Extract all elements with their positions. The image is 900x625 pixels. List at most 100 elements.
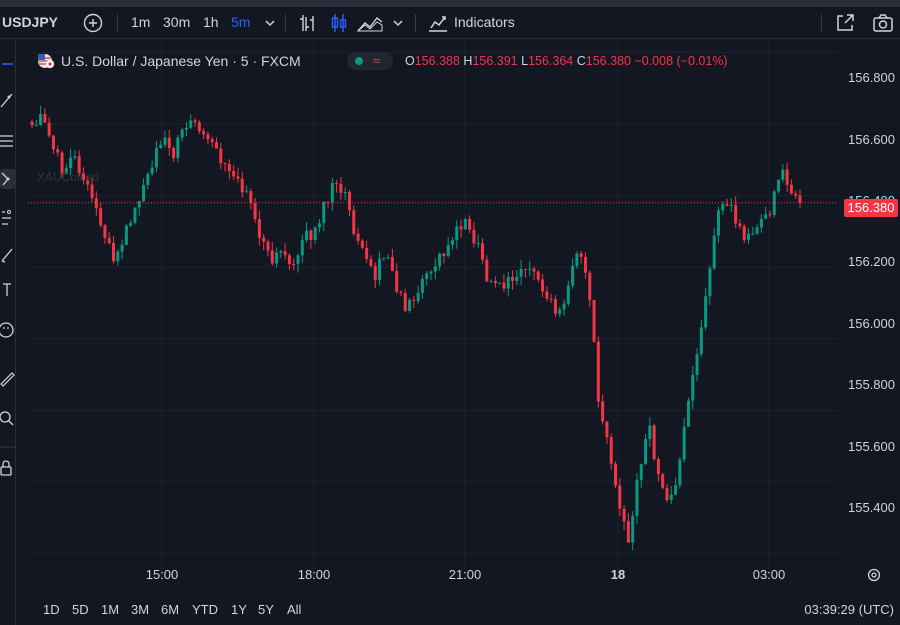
candle-body	[661, 474, 665, 488]
candle-body	[588, 272, 592, 301]
range-6m[interactable]: 6M	[161, 602, 179, 617]
candle-body	[245, 191, 249, 193]
candle-body	[69, 157, 73, 169]
utc-clock[interactable]: 03:39:29 (UTC)	[804, 602, 894, 617]
candle-body	[386, 257, 390, 259]
candle-body	[781, 169, 785, 180]
candle-body	[365, 247, 369, 260]
candle-body	[184, 127, 188, 130]
indicators-icon[interactable]	[426, 11, 450, 35]
pattern-tool-icon[interactable]	[0, 169, 15, 189]
timeframe-1h[interactable]: 1h	[203, 7, 219, 38]
candle-body	[249, 191, 253, 204]
candle-body	[755, 227, 759, 234]
candle-body	[309, 230, 313, 241]
forecast-tool-icon[interactable]	[0, 208, 15, 228]
candle-body	[506, 276, 510, 289]
range-1m[interactable]: 1M	[101, 602, 119, 617]
candle-body	[742, 226, 746, 240]
market-status-pill[interactable]: ≈	[347, 52, 393, 70]
ruler-tool-icon[interactable]	[0, 368, 15, 388]
candle-body	[489, 280, 493, 282]
range-3m[interactable]: 3M	[131, 602, 149, 617]
candle-body	[416, 292, 420, 301]
current-price-label: 156.380	[844, 199, 898, 217]
candle-body	[446, 244, 450, 256]
lock-drawings-icon[interactable]	[0, 458, 15, 478]
candle-body	[553, 299, 557, 314]
candle-body	[412, 299, 416, 301]
candlestick-chart[interactable]	[28, 40, 838, 582]
range-5d[interactable]: 5D	[72, 602, 89, 617]
range-all[interactable]: All	[287, 602, 301, 617]
candle-body	[232, 170, 236, 177]
candle-body	[468, 219, 472, 230]
compare-icon: ≈	[373, 53, 381, 68]
candle-body	[618, 485, 622, 509]
candle-body	[408, 299, 412, 311]
candle-body	[382, 257, 386, 259]
timeframe-5m[interactable]: 5m	[231, 7, 250, 38]
toolbar-separator	[415, 14, 416, 32]
candle-body	[626, 521, 630, 543]
drawing-tools-sidebar	[0, 40, 16, 625]
area-style-icon[interactable]	[356, 11, 384, 35]
brush-tool-icon[interactable]	[0, 244, 15, 264]
candle-body	[219, 148, 223, 164]
candle-body	[275, 252, 279, 264]
symbol-search-button[interactable]: USDJPY	[2, 7, 58, 38]
bar-style-icon[interactable]	[296, 11, 320, 35]
candle-body	[369, 259, 373, 266]
candle-body	[562, 303, 566, 310]
symbol-title[interactable]: U.S. Dollar / Japanese Yen · 5 · FXCM	[61, 52, 301, 70]
add-symbol-icon[interactable]	[81, 11, 105, 35]
change-value: −0.008 (−0.01%)	[634, 54, 728, 68]
candle-body	[519, 269, 523, 277]
zoom-in-icon[interactable]	[0, 408, 15, 428]
candle-body	[708, 268, 712, 297]
candle-body	[330, 182, 334, 203]
fullscreen-icon[interactable]	[833, 11, 857, 35]
candle-body	[601, 401, 605, 422]
range-ytd[interactable]: YTD	[192, 602, 218, 617]
emoji-tool-icon[interactable]	[0, 320, 15, 340]
chart-settings-gear-icon[interactable]	[866, 567, 882, 583]
candle-body	[223, 163, 227, 165]
candle-style-icon[interactable]	[327, 11, 351, 35]
close-label: C	[576, 54, 586, 68]
timeframe-1m[interactable]: 1m	[131, 7, 150, 38]
candle-body	[549, 298, 553, 300]
candle-body	[30, 121, 34, 126]
range-1y[interactable]: 1Y	[231, 602, 247, 617]
indicators-button[interactable]: Indicators	[454, 7, 515, 38]
candle-body	[794, 193, 798, 196]
candle-body	[614, 463, 618, 486]
candle-body	[682, 426, 686, 460]
candle-body	[768, 214, 772, 216]
candle-body	[112, 243, 116, 262]
crosshair-tool-icon[interactable]	[0, 54, 15, 74]
candle-body	[395, 270, 399, 292]
range-1d[interactable]: 1D	[43, 602, 60, 617]
range-5y[interactable]: 5Y	[258, 602, 274, 617]
chart-style-chevron-down-icon[interactable]	[386, 11, 410, 35]
high-value: 156.391	[472, 54, 518, 68]
timeframe-chevron-down-icon[interactable]	[258, 11, 282, 35]
candle-body	[202, 131, 206, 135]
candle-body	[322, 201, 326, 224]
price-tick-label: 155.600	[848, 439, 895, 454]
fib-tool-icon[interactable]	[0, 131, 15, 151]
price-tick-label: 155.800	[848, 377, 895, 392]
candle-body	[759, 218, 763, 228]
trend-line-tool-icon[interactable]	[0, 90, 15, 110]
candle-body	[227, 164, 231, 171]
candle-body	[133, 207, 137, 223]
timeframe-30m[interactable]: 30m	[163, 7, 190, 38]
candle-body	[420, 279, 424, 293]
text-tool-icon[interactable]	[0, 280, 15, 300]
candle-body	[172, 147, 176, 158]
candle-body	[390, 257, 394, 271]
camera-icon[interactable]	[871, 11, 895, 35]
candle-body	[751, 233, 755, 235]
candle-body	[738, 223, 742, 227]
